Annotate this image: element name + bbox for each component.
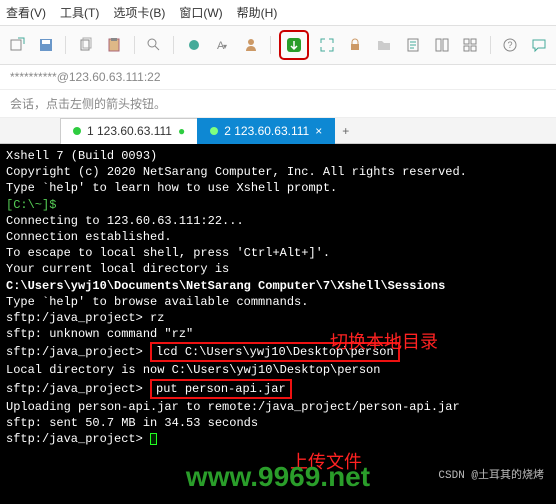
color-icon[interactable] xyxy=(182,33,205,57)
terminal-line: sftp: sent 50.7 MB in 34.53 seconds xyxy=(6,415,550,431)
terminal-line: Your current local directory is xyxy=(6,261,550,277)
csdn-watermark: CSDN @土耳其的烧烤 xyxy=(438,469,544,484)
terminal-line: To escape to local shell, press 'Ctrl+Al… xyxy=(6,245,550,261)
font-icon[interactable]: A▾ xyxy=(211,33,234,57)
find-icon[interactable] xyxy=(143,33,166,57)
terminal-line: [C:\~]$ xyxy=(6,197,550,213)
tab-session-2[interactable]: 2 123.60.63.111 × xyxy=(197,118,335,144)
terminal-line: Xshell 7 (Build 0093) xyxy=(6,148,550,164)
session-hint: 会话，点击左侧的箭头按钮。 xyxy=(0,90,556,118)
annotation-switch-dir: 切换本地目录 xyxy=(330,332,438,356)
status-dot-icon xyxy=(210,127,218,135)
terminal-line: Connection established. xyxy=(6,229,550,245)
save-icon[interactable] xyxy=(35,33,58,57)
menu-window[interactable]: 窗口(W) xyxy=(179,4,222,21)
help-icon[interactable]: ? xyxy=(499,33,522,57)
toolbar-divider xyxy=(65,36,66,54)
menu-view[interactable]: 查看(V) xyxy=(6,4,46,21)
paste-icon[interactable] xyxy=(103,33,126,57)
terminal-line: sftp: unknown command "rz" xyxy=(6,326,550,342)
address-bar[interactable]: **********@123.60.63.111:22 xyxy=(0,65,556,90)
file-transfer-icon[interactable] xyxy=(282,33,306,57)
svg-text:?: ? xyxy=(507,40,512,50)
terminal-line: Local directory is now C:\Users\ywj10\De… xyxy=(6,362,550,378)
tab-label: 1 123.60.63.111 xyxy=(87,124,172,138)
annotation-upload: 上传文件 xyxy=(290,452,362,476)
layout-icon[interactable] xyxy=(430,33,453,57)
toolbar-divider xyxy=(270,36,271,54)
terminal-line: sftp:/java_project> rz xyxy=(6,310,550,326)
terminal-line: C:\Users\ywj10\Documents\NetSarang Compu… xyxy=(6,278,550,294)
chat-icon[interactable] xyxy=(527,33,550,57)
terminal[interactable]: Xshell 7 (Build 0093) Copyright (c) 2020… xyxy=(0,144,556,504)
menu-help[interactable]: 帮助(H) xyxy=(237,4,278,21)
terminal-line: sftp:/java_project> lcd C:\Users\ywj10\D… xyxy=(6,342,550,362)
lock-icon[interactable] xyxy=(344,33,367,57)
fullscreen-icon[interactable] xyxy=(315,33,338,57)
user-icon[interactable] xyxy=(240,33,263,57)
tab-marker: ● xyxy=(178,124,185,138)
terminal-line: Connecting to 123.60.63.111:22... xyxy=(6,213,550,229)
terminal-line: Type `help' to browse available commnand… xyxy=(6,294,550,310)
menu-tabs[interactable]: 选项卡(B) xyxy=(113,4,165,21)
tab-bar: 1 123.60.63.111 ● 2 123.60.63.111 × + xyxy=(0,118,556,144)
grid-icon[interactable] xyxy=(459,33,482,57)
menu-bar: 查看(V) 工具(T) 选项卡(B) 窗口(W) 帮助(H) xyxy=(0,0,556,26)
add-tab-button[interactable]: + xyxy=(334,122,357,140)
toolbar-divider xyxy=(173,36,174,54)
menu-tools[interactable]: 工具(T) xyxy=(60,4,99,21)
cursor xyxy=(150,433,157,445)
copy-icon[interactable] xyxy=(74,33,97,57)
highlight-put-command: put person-api.jar xyxy=(150,379,292,399)
terminal-line: sftp:/java_project> put person-api.jar xyxy=(6,379,550,399)
toolbar-divider xyxy=(490,36,491,54)
new-session-icon[interactable] xyxy=(6,33,29,57)
toolbar: A▾ ? xyxy=(0,26,556,65)
script-icon[interactable] xyxy=(402,33,425,57)
prompt: [C:\~]$ xyxy=(6,198,56,212)
terminal-line: Copyright (c) 2020 NetSarang Computer, I… xyxy=(6,164,550,180)
status-dot-icon xyxy=(73,127,81,135)
close-icon[interactable]: × xyxy=(315,125,322,137)
site-watermark: www.9969.net xyxy=(0,458,556,496)
terminal-line: Type `help' to learn how to use Xshell p… xyxy=(6,180,550,196)
svg-text:▾: ▾ xyxy=(223,42,227,51)
terminal-line: Uploading person-api.jar to remote:/java… xyxy=(6,399,550,415)
tab-label: 2 123.60.63.111 xyxy=(224,124,309,138)
folder-icon[interactable] xyxy=(373,33,396,57)
toolbar-divider xyxy=(134,36,135,54)
tab-session-1[interactable]: 1 123.60.63.111 ● xyxy=(60,118,198,144)
transfer-button-highlight xyxy=(279,30,309,60)
terminal-line: sftp:/java_project> xyxy=(6,431,550,447)
